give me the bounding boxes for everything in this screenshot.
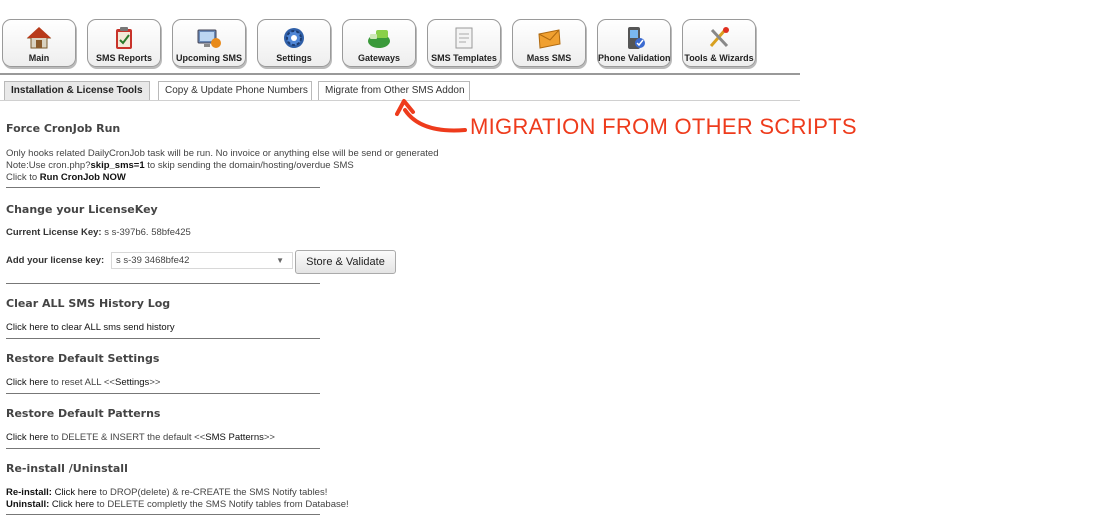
- reinstall-link[interactable]: Click here: [52, 487, 97, 498]
- sms-reports-button-label: SMS Reports: [95, 53, 152, 63]
- reinstall-section-title: Re-install /Uninstall: [6, 462, 128, 475]
- section-divider: [6, 393, 320, 394]
- envelope-icon: [538, 29, 561, 49]
- template-icon: [455, 27, 473, 49]
- license-key-input-value: s s-39 3468bfe42: [116, 255, 190, 266]
- license-key-input[interactable]: s s-39 3468bfe42 ▼: [111, 252, 293, 269]
- uninstall-link[interactable]: Click here: [49, 499, 94, 510]
- annotation-arrow: [395, 99, 467, 133]
- section-divider: [6, 514, 320, 515]
- main-button-label: Main: [28, 53, 50, 63]
- reinstall-line: Re-install: Click here to DROP(delete) &…: [6, 487, 328, 498]
- main-button[interactable]: Main: [2, 19, 76, 67]
- store-validate-button[interactable]: Store & Validate: [295, 250, 396, 274]
- tools-wizards-button-label: Tools & Wizards: [684, 53, 754, 63]
- reinstall-label: Re-install:: [6, 487, 52, 498]
- history-section-title: Clear ALL SMS History Log: [6, 297, 171, 310]
- add-license-label: Add your license key:: [6, 255, 105, 266]
- current-license-line: Current License Key: s s-397b6. 58bfe425: [6, 227, 191, 238]
- gateway-icon: [368, 30, 390, 48]
- tools-icon: [709, 27, 729, 48]
- reset-patterns-link[interactable]: Click here: [6, 432, 48, 443]
- current-license-label: Current License Key:: [6, 227, 102, 238]
- reset-settings-link[interactable]: Click here: [6, 377, 48, 388]
- reset-settings-line: Click here to reset ALL <<Settings>>: [6, 377, 161, 388]
- upcoming-sms-button-label: Upcoming SMS: [175, 53, 242, 63]
- toolbar-divider: [0, 73, 800, 75]
- current-license-value: s s-397b6. 58bfe425: [104, 227, 191, 238]
- input-dropdown-icon: ▼: [276, 256, 284, 265]
- settings-button[interactable]: Settings: [257, 19, 331, 67]
- license-section-title: Change your LicenseKey: [6, 203, 158, 216]
- cron-note-prefix: Note:Use cron.php?: [6, 160, 91, 171]
- house-icon: [26, 27, 52, 49]
- tools-wizards-button[interactable]: Tools & Wizards: [682, 19, 756, 67]
- annotation-text: MIGRATION FROM OTHER SCRIPTS: [470, 114, 857, 139]
- cron-note: Note:Use cron.php?skip_sms=1 to skip sen…: [6, 160, 354, 171]
- reset-patterns-line: Click here to DELETE & INSERT the defaul…: [6, 432, 275, 443]
- settings-section-title: Restore Default Settings: [6, 352, 160, 365]
- patterns-section-title: Restore Default Patterns: [6, 407, 161, 420]
- clear-history-link[interactable]: Click here to clear ALL sms send history: [6, 322, 175, 333]
- monitor-mail-icon: [197, 29, 221, 48]
- cron-note-param: skip_sms=1: [90, 160, 145, 171]
- gear-icon: [284, 28, 304, 48]
- gateways-button[interactable]: Gateways: [342, 19, 416, 67]
- cron-run-line: Click to Run CronJob NOW: [6, 172, 126, 183]
- tab-copy-update-phone-numbers[interactable]: Copy & Update Phone Numbers: [158, 81, 312, 101]
- settings-button-label: Settings: [276, 53, 312, 63]
- sms-reports-button[interactable]: SMS Reports: [87, 19, 161, 67]
- clipboard-check-icon: [116, 27, 132, 49]
- section-divider: [6, 283, 320, 284]
- sms-templates-button[interactable]: SMS Templates: [427, 19, 501, 67]
- gateways-button-label: Gateways: [357, 53, 401, 63]
- section-divider: [6, 187, 320, 188]
- tab-installation-license-tools[interactable]: Installation & License Tools: [4, 81, 150, 101]
- cron-section-title: Force CronJob Run: [6, 122, 121, 135]
- sms-templates-button-label: SMS Templates: [431, 53, 497, 63]
- mass-sms-button-label: Mass SMS: [526, 53, 572, 63]
- section-divider: [6, 448, 320, 449]
- phone-validation-button-label: Phone Validation: [598, 53, 671, 63]
- uninstall-label: Uninstall:: [6, 499, 50, 510]
- upcoming-sms-button[interactable]: Upcoming SMS: [172, 19, 246, 67]
- cron-description: Only hooks related DailyCronJob task wil…: [6, 148, 439, 159]
- phone-check-icon: [628, 27, 645, 49]
- uninstall-line: Uninstall: Click here to DELETE completl…: [6, 499, 349, 510]
- phone-validation-button[interactable]: Phone Validation: [597, 19, 671, 67]
- run-cronjob-link[interactable]: Run CronJob NOW: [40, 172, 126, 183]
- cron-run-prefix: Click to: [6, 172, 40, 183]
- section-divider: [6, 338, 320, 339]
- mass-sms-button[interactable]: Mass SMS: [512, 19, 586, 67]
- cron-note-suffix: to skip sending the domain/hosting/overd…: [144, 160, 354, 171]
